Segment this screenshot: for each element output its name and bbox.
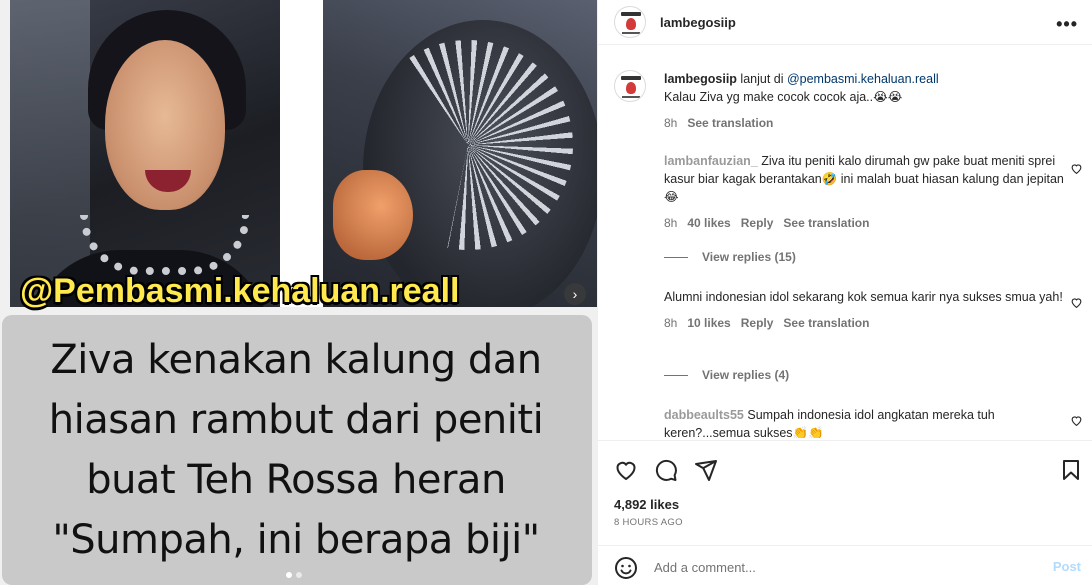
caption-time: 8h [664,116,678,130]
post-side-panel: lambegosiip ••• lambegosiip lanjut di @p… [597,0,1092,585]
post-button[interactable]: Post [1053,559,1081,574]
more-options-icon[interactable]: ••• [1056,14,1078,35]
view-replies-button[interactable]: View replies (4) [664,368,789,382]
see-translation-link[interactable]: See translation [687,114,773,132]
mention-link[interactable]: @pembasmi.kehaluan.reall [787,72,939,86]
reply-button[interactable]: Reply [741,214,774,232]
comment-bubble-icon[interactable] [654,458,678,482]
headline-text: Ziva kenakan kalung dan hiasan rambut da… [48,337,544,563]
comment-username[interactable]: dabbeaults55 [664,408,744,422]
carousel-dot [296,572,302,578]
comment-text: Alumni indonesian idol sekarang kok semu… [664,290,1063,304]
watermark-text: @Pembasmi.kehaluan.reall [20,272,460,310]
avatar[interactable] [614,6,646,38]
see-translation-link[interactable]: See translation [783,214,869,232]
caption-username[interactable]: lambegosiip [664,72,737,86]
comment-item: Alumni indonesian idol sekarang kok semu… [664,290,1063,332]
post-username[interactable]: lambegosiip [660,15,736,30]
post-actions: 4,892 likes 8 HOURS AGO [598,440,1092,535]
see-translation-link[interactable]: See translation [783,314,869,332]
post-media: @Pembasmi.kehaluan.reall › Ziva kenakan … [0,0,597,585]
heart-icon[interactable] [1070,296,1083,309]
photo-hair-clip [323,0,597,307]
save-bookmark-icon[interactable] [1059,458,1083,482]
comment-username[interactable]: lambanfauzian_ [664,154,758,168]
heart-icon[interactable] [1070,414,1083,427]
chevron-right-icon[interactable]: › [564,283,586,305]
like-heart-icon[interactable] [614,458,638,482]
view-replies-button[interactable]: View replies (15) [664,250,796,264]
carousel-dots [286,572,302,578]
add-comment-bar: Post [598,545,1092,585]
carousel-dot-active [286,572,292,578]
comments-list: lambegosiip lanjut di @pembasmi.kehaluan… [598,60,1092,438]
reply-button[interactable]: Reply [741,314,774,332]
post-date: 8 HOURS AGO [614,517,683,528]
like-count[interactable]: 4,892 likes [614,497,679,512]
post-header: lambegosiip ••• [598,0,1092,45]
comment-item: lambanfauzian_ Ziva itu peniti kalo diru… [664,154,1064,232]
emoji-icon[interactable] [614,556,638,580]
comment-input[interactable] [654,554,1024,580]
caption-text: Kalau Ziva yg make cocok cocok aja..😭😭 [664,90,903,104]
comment-likes[interactable]: 10 likes [687,314,730,332]
avatar[interactable] [614,70,646,102]
comment-likes[interactable]: 40 likes [687,214,730,232]
share-paper-plane-icon[interactable] [694,458,718,482]
photo-ziva-necklace [10,0,280,307]
comment-item: dabbeaults55 Sumpah indonesia idol angka… [664,406,1064,438]
heart-icon[interactable] [1070,162,1083,175]
